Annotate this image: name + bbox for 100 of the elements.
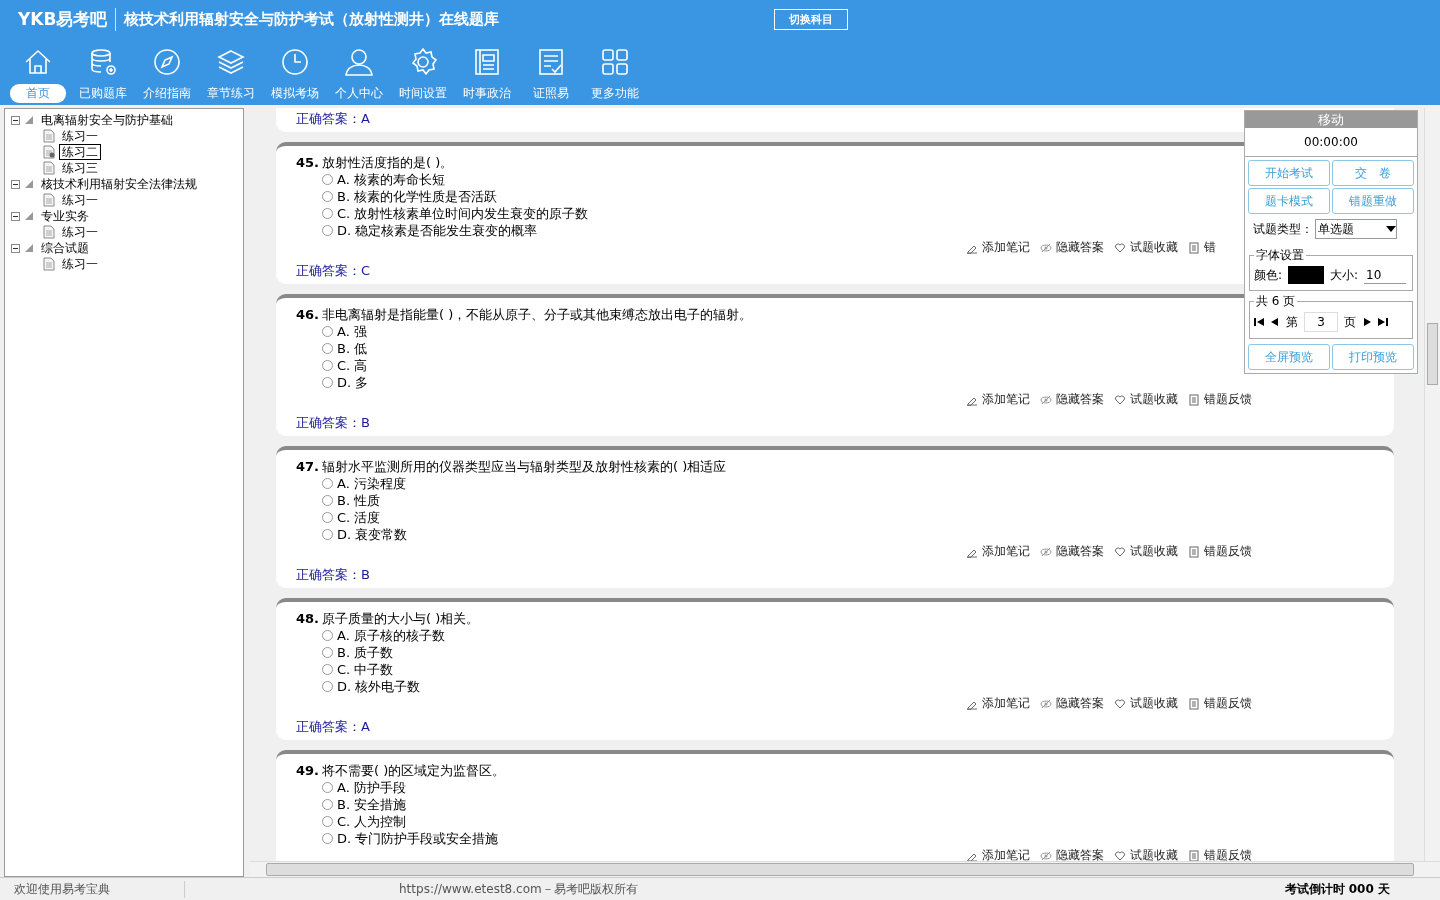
copyright-text: https://www.etest8.com－易考吧版权所有 — [399, 880, 639, 898]
correct-answer: 正确答案：A — [296, 718, 370, 736]
radio-button[interactable] — [322, 647, 333, 658]
document-icon — [43, 161, 55, 175]
action-link[interactable]: 错 — [1188, 239, 1216, 256]
action-link[interactable]: 试题收藏 — [1114, 391, 1178, 408]
form-icon — [1188, 241, 1200, 254]
last-page-icon[interactable] — [1378, 318, 1388, 326]
answer-option[interactable]: D. 多 — [322, 374, 369, 391]
action-link[interactable]: 试题收藏 — [1114, 695, 1178, 712]
answer-option[interactable]: C. 中子数 — [322, 661, 394, 678]
correct-answer: 正确答案：B — [296, 414, 370, 432]
action-link[interactable]: 隐藏答案 — [1040, 239, 1104, 256]
answer-option[interactable]: C. 高 — [322, 357, 368, 374]
eye-icon — [1040, 393, 1052, 406]
tree-item[interactable]: 核技术利用辐射安全法律法规 — [38, 176, 200, 192]
field-label: 第 — [1286, 313, 1298, 331]
answer-option[interactable]: C. 放射性核素单位时间内发生衰变的原子数 — [322, 205, 589, 222]
radio-button[interactable] — [322, 664, 333, 675]
radio-button[interactable] — [322, 512, 333, 523]
radio-button[interactable] — [322, 225, 333, 236]
tree-item[interactable]: 专业实务 — [38, 208, 92, 224]
radio-button[interactable] — [322, 191, 333, 202]
eye-icon — [1040, 241, 1052, 254]
radio-button[interactable] — [322, 377, 333, 388]
answer-option[interactable]: D. 稳定核素是否能发生衰变的概率 — [322, 222, 538, 239]
tree-item[interactable]: 练习一 — [59, 192, 101, 208]
answer-option[interactable]: A. 防护手段 — [322, 779, 406, 796]
answer-option[interactable]: A. 强 — [322, 323, 367, 340]
document-icon — [43, 129, 55, 143]
action-link[interactable]: 试题收藏 — [1114, 543, 1178, 560]
answer-option[interactable]: D. 专门防护手段或安全措施 — [322, 830, 499, 847]
next-page-icon[interactable] — [1362, 318, 1372, 326]
radio-button[interactable] — [322, 529, 333, 540]
radio-button[interactable] — [322, 343, 333, 354]
answer-option[interactable]: A. 原子核的核子数 — [322, 627, 445, 644]
form-icon — [1188, 393, 1200, 406]
horizontal-scrollbar[interactable] — [250, 861, 1440, 877]
radio-button[interactable] — [322, 833, 333, 844]
answer-option[interactable]: B. 低 — [322, 340, 368, 357]
radio-button[interactable] — [322, 799, 333, 810]
answer-option[interactable]: B. 安全措施 — [322, 796, 407, 813]
action-link[interactable]: 隐藏答案 — [1040, 695, 1104, 712]
action-link[interactable]: 隐藏答案 — [1040, 543, 1104, 560]
action-link[interactable]: 错题反馈 — [1188, 391, 1252, 408]
radio-button[interactable] — [322, 360, 333, 371]
action-link[interactable]: 错题反馈 — [1188, 543, 1252, 560]
action-link[interactable]: 添加笔记 — [966, 239, 1030, 256]
action-link[interactable]: 添加笔记 — [966, 543, 1030, 560]
tree-item[interactable]: 练习一 — [59, 224, 101, 240]
radio-button[interactable] — [322, 478, 333, 489]
answer-option[interactable]: B. 质子数 — [322, 644, 394, 661]
action-link[interactable]: 试题收藏 — [1114, 847, 1178, 861]
answer-option[interactable]: A. 核素的寿命长短 — [322, 171, 445, 188]
collapse-icon[interactable] — [11, 179, 20, 189]
scroll-thumb[interactable] — [266, 863, 1414, 876]
heart-icon — [1114, 545, 1126, 558]
clock-icon — [279, 46, 311, 78]
page-field[interactable]: 3 — [1304, 312, 1338, 332]
radio-button[interactable] — [322, 495, 333, 506]
collapse-icon[interactable] — [11, 243, 20, 253]
color-swatch[interactable] — [1288, 266, 1325, 284]
answer-option[interactable]: D. 核外电子数 — [322, 678, 421, 695]
action-link[interactable]: 错题反馈 — [1188, 695, 1252, 712]
collapse-icon[interactable] — [11, 115, 20, 125]
tree-item[interactable]: 练习一 — [59, 128, 101, 144]
logo-text: YKB易考吧 — [18, 7, 117, 31]
tree-item[interactable]: 练习一 — [59, 256, 101, 272]
answer-option[interactable]: C. 人为控制 — [322, 813, 407, 830]
tree-item[interactable]: 练习二 — [59, 144, 101, 160]
action-link[interactable]: 添加笔记 — [966, 847, 1030, 861]
radio-button[interactable] — [322, 174, 333, 185]
radio-button[interactable] — [322, 681, 333, 692]
action-link[interactable]: 隐藏答案 — [1040, 391, 1104, 408]
eye-icon — [1040, 545, 1052, 558]
triangle-icon — [24, 211, 34, 221]
radio-button[interactable] — [322, 816, 333, 827]
action-link[interactable]: 错题反馈 — [1188, 847, 1252, 861]
vertical-scrollbar[interactable] — [1424, 108, 1440, 861]
action-link[interactable]: 添加笔记 — [966, 695, 1030, 712]
radio-button[interactable] — [322, 326, 333, 337]
previous-page-icon[interactable] — [1270, 318, 1280, 326]
answer-option[interactable]: C. 活度 — [322, 509, 381, 526]
action-link[interactable]: 添加笔记 — [966, 391, 1030, 408]
radio-button[interactable] — [322, 782, 333, 793]
answer-option[interactable]: B. 性质 — [322, 492, 381, 509]
field-label: 颜色: — [1254, 266, 1283, 284]
answer-option[interactable]: D. 衰变常数 — [322, 526, 408, 543]
action-link[interactable]: 试题收藏 — [1114, 239, 1178, 256]
collapse-icon[interactable] — [11, 211, 20, 221]
answer-option[interactable]: B. 核素的化学性质是否活跃 — [322, 188, 498, 205]
first-page-icon[interactable] — [1254, 318, 1264, 326]
tree-item[interactable]: 电离辐射安全与防护基础 — [38, 112, 176, 128]
answer-option[interactable]: A. 污染程度 — [322, 475, 406, 492]
scroll-thumb[interactable] — [1427, 323, 1438, 385]
radio-button[interactable] — [322, 630, 333, 641]
tree-item[interactable]: 综合试题 — [38, 240, 92, 256]
radio-button[interactable] — [322, 208, 333, 219]
type-dropdown[interactable]: 单选题 — [1315, 219, 1397, 239]
tree-item[interactable]: 练习三 — [59, 160, 101, 176]
